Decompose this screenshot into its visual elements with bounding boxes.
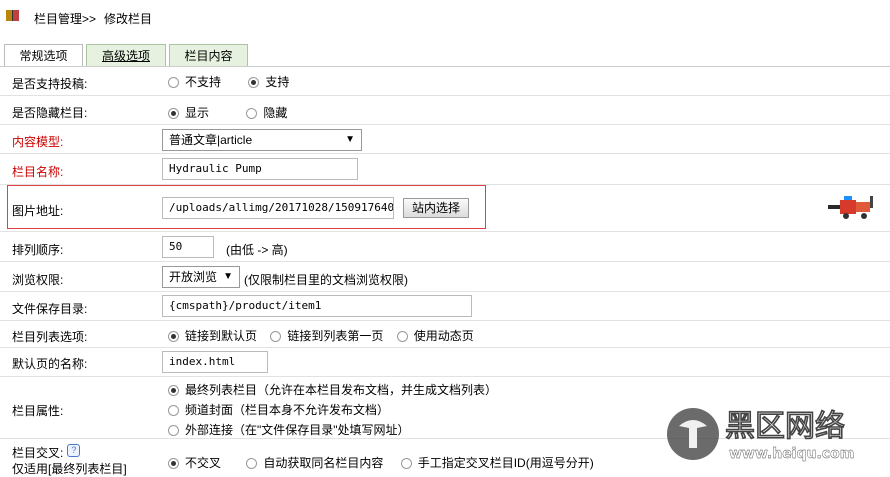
select-value: 开放浏览: [169, 270, 218, 284]
select-value: 普通文章|article: [169, 133, 253, 147]
radio-option-yes[interactable]: 支持: [248, 73, 289, 90]
watermark-brand: 黑区网络: [725, 409, 845, 444]
row-sort-order: 排列顺序: 50 (由低 -> 高): [0, 232, 890, 262]
row-submission: 是否支持投稿: 不支持 支持: [0, 67, 890, 96]
watermark-logo: 黑区网络 www.heiqu.com: [667, 408, 854, 462]
row-hidden: 是否隐藏栏目: 显示 隐藏: [0, 96, 890, 125]
radio-button-selected[interactable]: [248, 77, 260, 89]
radio-option-manual-cross[interactable]: 手工指定交叉栏目ID(用逗号分开): [400, 454, 594, 471]
chevron-down-icon: ▼: [223, 271, 233, 282]
radio-option-list-first[interactable]: 链接到列表第一页: [270, 327, 383, 344]
field-label: 栏目列表选项:: [12, 330, 88, 344]
radio-label: 频道封面（栏目本身不允许发布文档）: [185, 403, 390, 417]
default-page-input[interactable]: index.html: [162, 351, 268, 373]
radio-label: 自动获取同名栏目内容: [263, 456, 384, 470]
browse-permission-hint: (仅限制栏目里的文档浏览权限): [244, 273, 408, 287]
tab-advanced[interactable]: 高级选项: [86, 44, 166, 66]
input-value: index.html: [169, 355, 236, 368]
radio-option-channel-cover[interactable]: 频道封面（栏目本身不允许发布文档）: [168, 401, 389, 418]
radio-label: 显示: [185, 106, 210, 120]
radio-label: 隐藏: [263, 106, 288, 120]
cross-label: 栏目交叉:: [12, 446, 64, 460]
radio-button[interactable]: [400, 458, 412, 470]
radio-option-dynamic[interactable]: 使用动态页: [396, 327, 474, 344]
field-label: 栏目属性:: [12, 404, 64, 418]
row-column-name: 栏目名称: Hydraulic Pump: [0, 154, 890, 185]
radio-option-final-list[interactable]: 最终列表栏目（允许在本栏目发布文档，并生成文档列表）: [168, 381, 497, 398]
watermark: 黑区网络 www.heiqu.com: [657, 398, 890, 471]
radio-label: 手工指定交叉栏目ID(用逗号分开): [417, 456, 594, 470]
radio-option-no[interactable]: 不支持: [168, 73, 221, 90]
radio-option-auto-cross[interactable]: 自动获取同名栏目内容: [246, 454, 383, 471]
cross-radio-group: 不交叉 自动获取同名栏目内容 手工指定交叉栏目ID(用逗号分开): [168, 454, 612, 471]
help-icon[interactable]: ?: [67, 444, 81, 457]
radio-button[interactable]: [168, 405, 179, 417]
radio-option-show[interactable]: 显示: [168, 104, 209, 121]
tab-label: 栏目内容: [184, 49, 233, 63]
pump-thumbnail-image: [828, 196, 873, 219]
submission-radio-group: 不支持 支持: [168, 73, 307, 90]
browse-permission-select[interactable]: 开放浏览 ▼: [162, 266, 240, 288]
radio-label: 使用动态页: [413, 329, 474, 343]
radio-button[interactable]: [246, 458, 258, 470]
radio-button-selected[interactable]: [168, 108, 179, 120]
field-label: 是否支持投稿:: [12, 77, 88, 91]
field-label: 栏目交叉:?: [12, 444, 81, 461]
field-label: 排列顺序:: [12, 243, 64, 257]
radio-label: 不支持: [185, 75, 222, 89]
radio-button[interactable]: [246, 108, 258, 120]
tab-bar: 常规选项 高级选项 栏目内容: [0, 36, 890, 67]
tab-label: 常规选项: [19, 49, 68, 63]
radio-button[interactable]: [168, 77, 179, 89]
field-label: 是否隐藏栏目:: [12, 106, 88, 120]
radio-label: 外部连接（在"文件保存目录"处填写网址）: [185, 423, 410, 437]
field-label: 文件保存目录:: [12, 302, 88, 316]
book-icon: [6, 10, 19, 21]
sort-order-hint: (由低 -> 高): [226, 243, 288, 257]
tab-label: 高级选项: [101, 49, 150, 63]
list-option-radio-group: 链接到默认页 链接到列表第一页 使用动态页: [168, 327, 492, 344]
field-label: 浏览权限:: [12, 273, 64, 287]
breadcrumb-current: 修改栏目: [104, 12, 153, 26]
watermark-url: www.heiqu.com: [729, 446, 854, 462]
row-save-dir: 文件保存目录: {cmspath}/product/item1: [0, 292, 890, 321]
input-value: 50: [169, 240, 183, 253]
column-name-input[interactable]: Hydraulic Pump: [162, 158, 358, 180]
field-label: 栏目名称:: [12, 165, 64, 179]
row-list-option: 栏目列表选项: 链接到默认页 链接到列表第一页 使用动态页: [0, 321, 890, 348]
radio-label: 最终列表栏目（允许在本栏目发布文档，并生成文档列表）: [185, 383, 498, 397]
radio-label: 不交叉: [185, 456, 222, 470]
radio-button-selected[interactable]: [168, 458, 179, 470]
radio-label: 链接到默认页: [185, 329, 258, 343]
sort-order-input[interactable]: 50: [162, 236, 214, 258]
radio-button-selected[interactable]: [168, 331, 179, 343]
radio-button[interactable]: [168, 425, 179, 437]
field-label: 默认页的名称:: [12, 357, 88, 371]
row-default-page: 默认页的名称: index.html: [0, 348, 890, 377]
radio-option-default-page[interactable]: 链接到默认页: [168, 327, 257, 344]
radio-label: 链接到列表第一页: [287, 329, 384, 343]
breadcrumb: 栏目管理>> 修改栏目: [0, 0, 890, 36]
chevron-down-icon: ▼: [345, 134, 355, 145]
highlight-box: [7, 185, 486, 229]
radio-option-hide[interactable]: 隐藏: [246, 104, 287, 121]
tab-general[interactable]: 常规选项: [4, 44, 83, 67]
radio-option-external-link[interactable]: 外部连接（在"文件保存目录"处填写网址）: [168, 421, 410, 438]
content-model-select[interactable]: 普通文章|article ▼: [162, 129, 362, 151]
hidden-radio-group: 显示 隐藏: [168, 104, 305, 121]
tab-content[interactable]: 栏目内容: [169, 44, 248, 66]
radio-label: 支持: [265, 75, 290, 89]
row-browse-permission: 浏览权限: 开放浏览 ▼ (仅限制栏目里的文档浏览权限): [0, 262, 890, 292]
breadcrumb-section[interactable]: 栏目管理>>: [34, 10, 96, 27]
radio-button[interactable]: [396, 331, 408, 343]
row-content-model: 内容模型: 普通文章|article ▼: [0, 125, 890, 154]
field-label: 内容模型:: [12, 135, 64, 149]
radio-option-no-cross[interactable]: 不交叉: [168, 454, 221, 471]
cross-sublabel: 仅适用[最终列表栏目]: [12, 462, 127, 476]
radio-button[interactable]: [270, 331, 282, 343]
input-value: {cmspath}/product/item1: [169, 299, 322, 312]
input-value: Hydraulic Pump: [169, 162, 262, 175]
radio-button-selected[interactable]: [168, 385, 179, 397]
save-dir-input[interactable]: {cmspath}/product/item1: [162, 295, 472, 317]
